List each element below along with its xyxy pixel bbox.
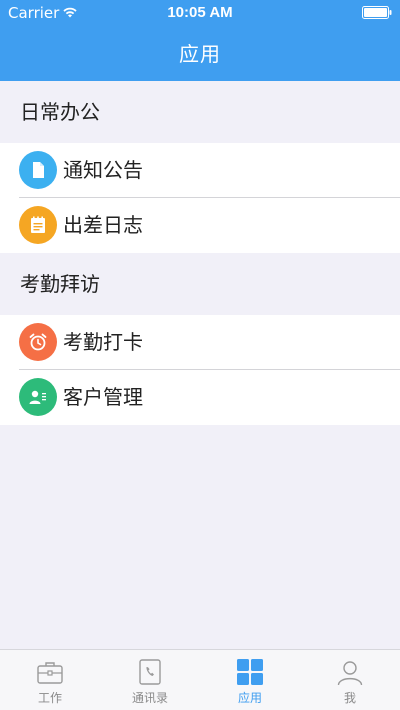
tab-work[interactable]: 工作 [0,650,100,710]
list-item-clock-in[interactable]: 考勤打卡 [0,315,400,370]
list-item-travel-log[interactable]: 出差日志 [0,198,400,253]
navigation-bar: Carrier 10:05 AM 应用 [0,0,400,81]
battery-icon [362,6,392,19]
address-book-icon [139,659,161,685]
tab-label: 工作 [37,691,62,705]
tab-contacts[interactable]: 通讯录 [100,650,200,710]
alarm-clock-icon [19,323,57,361]
contact-card-icon [19,378,57,416]
status-time: 10:05 AM [167,4,233,21]
tab-apps[interactable]: 应用 [200,650,300,710]
tab-label: 应用 [237,691,262,705]
section-header-attendance: 考勤拜访 [0,253,400,315]
tab-bar: 工作 通讯录 应用 我 [0,649,400,710]
tab-label: 我 [343,691,356,705]
tab-label: 通讯录 [131,691,168,705]
list-item-label: 通知公告 [63,158,143,182]
list-item-label: 出差日志 [63,213,143,237]
grid-icon [237,659,263,685]
user-icon [337,661,363,686]
document-icon [19,151,57,189]
list-item-label: 客户管理 [63,385,143,409]
status-bar: Carrier 10:05 AM [0,0,400,26]
notepad-icon [19,206,57,244]
briefcase-icon [37,662,63,684]
tab-me[interactable]: 我 [300,650,400,710]
list-item-notice[interactable]: 通知公告 [0,143,400,198]
page-title: 应用 [179,42,221,66]
section-header-daily-office: 日常办公 [0,81,400,143]
list-item-customer-management[interactable]: 客户管理 [0,370,400,425]
list-item-label: 考勤打卡 [63,330,143,354]
